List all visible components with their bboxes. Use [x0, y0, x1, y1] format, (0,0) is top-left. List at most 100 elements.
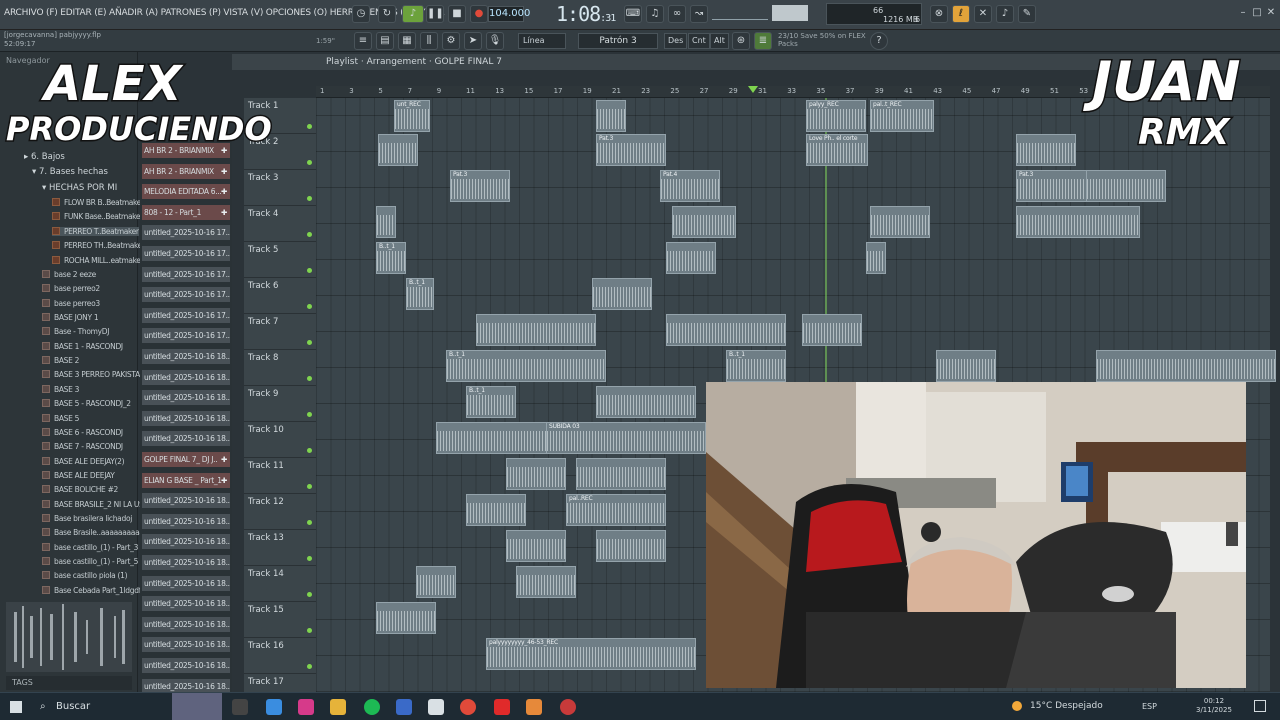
clip-source-item[interactable]: untitled_2025-10-16 18.. [142, 513, 230, 529]
track-header[interactable]: Track 3 [244, 170, 316, 206]
track-mute-led[interactable] [307, 304, 312, 309]
track-mute-led[interactable] [307, 376, 312, 381]
playlist-clip[interactable] [506, 458, 566, 490]
clip-source-item[interactable]: untitled_2025-10-16 18.. [142, 410, 230, 426]
browser-file[interactable]: BASE JONY 1 [42, 313, 99, 322]
clip-source-item[interactable]: MELODIA EDITADA 6... ✚ [142, 184, 230, 200]
copilot-icon[interactable] [266, 699, 282, 715]
playlist-clip[interactable] [416, 566, 456, 598]
browser-file[interactable]: Base Brasile..aaaaaaaaaa [42, 528, 144, 537]
playlist-clip[interactable] [870, 206, 930, 238]
track-header[interactable]: Track 12 [244, 494, 316, 530]
playlist-clip[interactable]: Pat.3 [450, 170, 510, 202]
clip-source-item[interactable]: untitled_2025-10-16 18.. [142, 534, 230, 550]
browser-subfile[interactable]: PERREO T..Beatmaker [52, 226, 139, 236]
playlist-clip[interactable]: unt_REC [394, 100, 430, 132]
clip-source-item[interactable]: untitled_2025-10-16 18.. [142, 616, 230, 632]
track-mute-led[interactable] [307, 340, 312, 345]
spotify-icon[interactable] [364, 699, 380, 715]
arrow-icon[interactable]: ➤ [464, 32, 482, 50]
browser-file[interactable]: BASE 7 - RASCONDJ [42, 442, 123, 451]
plugin-picker-icon[interactable]: ℓ [952, 5, 970, 23]
clip-source-item[interactable]: untitled_2025-10-16 17.. [142, 287, 230, 303]
track-header[interactable]: Track 14 [244, 566, 316, 602]
playlist-clip[interactable]: palyy_REC [806, 100, 866, 132]
playlist-clip[interactable] [666, 314, 786, 346]
browser-file[interactable]: BASE BRASILE_2 NI LA USE [42, 499, 148, 509]
playlist-clip[interactable] [1096, 350, 1276, 382]
browser-file[interactable]: base castillo_(1) - Part_5 [42, 557, 138, 566]
playlist-clip[interactable] [596, 386, 696, 418]
browser-file[interactable]: base perreo3 [42, 298, 100, 308]
tools-icon[interactable]: ✕ [974, 5, 992, 23]
playlist-clip[interactable] [666, 242, 716, 274]
track-mute-led[interactable] [307, 268, 312, 273]
browser-subfile[interactable]: ROCHA MILL..eatmaker [52, 255, 144, 265]
clip-source-item[interactable]: untitled_2025-10-16 18.. [142, 596, 230, 612]
snap-select[interactable]: Línea [518, 33, 566, 49]
language-indicator[interactable]: ESP [1142, 702, 1157, 711]
browser-file[interactable]: base castillo piola (1) [42, 571, 128, 580]
playlist-clip[interactable]: Love Ph.. el corte [806, 134, 868, 166]
playlist-clip[interactable] [1016, 206, 1140, 238]
track-header[interactable]: Track 13 [244, 530, 316, 566]
track-mute-led[interactable] [307, 448, 312, 453]
playlist-clip[interactable]: B..t_1 [446, 350, 606, 382]
track-mute-led[interactable] [307, 124, 312, 129]
track-mute-led[interactable] [307, 160, 312, 165]
playlist-clip[interactable]: Pat.4 [660, 170, 720, 202]
playlist-icon[interactable]: ▦ [398, 32, 416, 50]
track-header[interactable]: Track 15 [244, 602, 316, 638]
clip-source-item[interactable]: 808 - 12 - Part_1 ✚ [142, 204, 230, 220]
track-mute-led[interactable] [307, 664, 312, 669]
playlist-clip[interactable] [376, 206, 396, 238]
track-header[interactable]: Track 6 [244, 278, 316, 314]
clip-source-item[interactable]: untitled_2025-10-16 18.. [142, 493, 230, 509]
track-mute-led[interactable] [307, 592, 312, 597]
system-clock[interactable]: 00:12 3/11/2025 [1196, 697, 1232, 715]
playlist-clip[interactable] [378, 134, 418, 166]
browser-file[interactable]: base perreo2 [42, 284, 100, 293]
piano-roll-icon[interactable]: ▤ [376, 32, 394, 50]
playlist-clip[interactable] [476, 314, 596, 346]
track-mute-led[interactable] [307, 484, 312, 489]
fl-studio-icon[interactable] [526, 699, 542, 715]
track-mute-led[interactable] [307, 556, 312, 561]
playlist-clip[interactable] [1086, 170, 1166, 202]
playlist-clip[interactable]: SUBIDA 03 [546, 422, 706, 454]
clip-source-item[interactable]: untitled_2025-10-16 17.. [142, 246, 230, 261]
playlist-clip[interactable] [576, 458, 666, 490]
browser-file[interactable]: base 2 eeze [42, 270, 96, 279]
blend-icon[interactable]: ∞ [668, 5, 686, 23]
playlist-clip[interactable]: B..t_1 [466, 386, 516, 418]
playhead-marker[interactable] [748, 86, 758, 93]
browser-file[interactable]: BASE BOLICHE #2 [42, 485, 118, 494]
browser-file[interactable]: BASE 5 - RASCONDJ_2 [42, 399, 131, 408]
browser-file[interactable]: Base Cebada Part_1ldgdf [42, 585, 141, 595]
undo-button[interactable]: Des [664, 33, 688, 49]
browser-file[interactable]: BASE 2 [42, 356, 79, 365]
file-explorer-icon[interactable] [330, 699, 346, 715]
notes-icon[interactable]: ≣ [754, 32, 772, 50]
brush-icon[interactable]: ✎ [1018, 5, 1036, 23]
clip-source-item[interactable]: untitled_2025-10-16 17.. [142, 225, 230, 241]
metronome-icon[interactable]: ◷ [352, 5, 370, 23]
clip-source-item[interactable]: untitled_2025-10-16 17.. [142, 266, 230, 282]
minimize-icon[interactable]: – [1238, 8, 1248, 18]
track-header[interactable]: Track 7 [244, 314, 316, 350]
close-icon[interactable]: ✕ [1266, 8, 1276, 18]
track-mute-led[interactable] [307, 232, 312, 237]
playlist-clip[interactable] [936, 350, 996, 382]
playlist-clip[interactable] [1016, 134, 1076, 166]
play-button[interactable]: ❚❚ [426, 5, 444, 23]
playlist-clip[interactable] [802, 314, 862, 346]
browser-file[interactable]: BASE 3 PERREO PAKISTAN 2 [42, 370, 152, 379]
capcut-icon[interactable] [428, 699, 444, 715]
playlist-clip[interactable]: Pat.3 [596, 134, 666, 166]
browser-file[interactable]: BASE 1 - RASCONDJ [42, 341, 123, 351]
playlist-clip[interactable] [596, 100, 626, 132]
bell-icon[interactable]: ♪ [996, 5, 1014, 23]
pattern-select[interactable]: Patrón 3 [578, 33, 658, 49]
task-view-icon[interactable] [232, 699, 248, 715]
playlist-clip[interactable]: pal..t_REC [870, 100, 934, 132]
